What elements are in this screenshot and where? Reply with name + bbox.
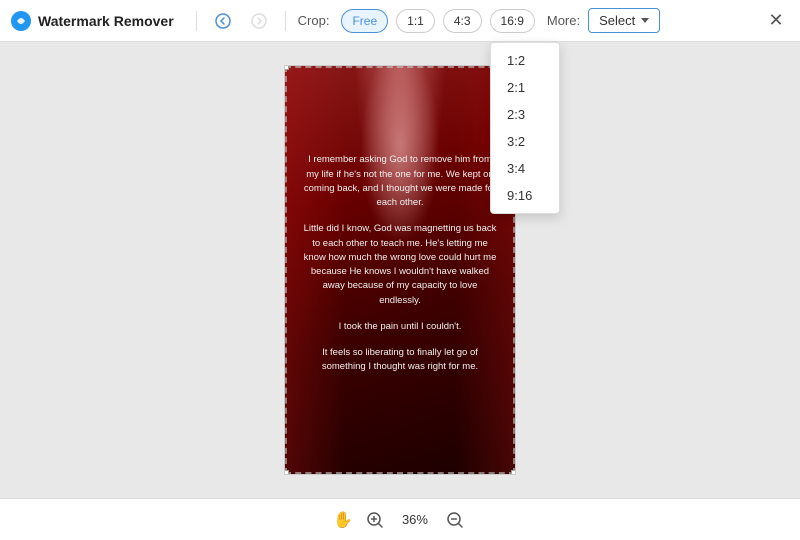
paragraph-2: Little did I know, God was magnetting us… (301, 222, 499, 308)
divider-2 (285, 11, 286, 31)
statusbar: ✋ 36% (0, 498, 800, 540)
paragraph-1: I remember asking God to remove him from… (301, 153, 499, 210)
dropdown-item-2-3[interactable]: 2:3 (491, 101, 559, 128)
dropdown-item-3-2[interactable]: 3:2 (491, 128, 559, 155)
dropdown-menu: 1:2 2:1 2:3 3:2 3:4 9:16 (490, 42, 560, 214)
zoom-out-icon (446, 511, 464, 529)
app-title: Watermark Remover (38, 13, 174, 29)
toolbar: Watermark Remover Crop: Free 1:1 4:3 16:… (0, 0, 800, 42)
image-container: I remember asking God to remove him from… (284, 65, 516, 475)
paragraph-3: I took the pain until I couldn't. (339, 320, 462, 334)
crop-16-9-button[interactable]: 16:9 (490, 9, 535, 33)
forward-button[interactable] (245, 7, 273, 35)
dropdown-item-9-16[interactable]: 9:16 (491, 182, 559, 209)
dropdown-arrow-icon (641, 18, 649, 23)
corner-handle-tl[interactable] (284, 65, 289, 70)
zoom-out-button[interactable] (443, 508, 467, 532)
app-icon (10, 10, 32, 32)
zoom-in-button[interactable] (363, 508, 387, 532)
select-dropdown-button[interactable]: Select (588, 8, 660, 33)
back-button[interactable] (209, 7, 237, 35)
image-preview: I remember asking God to remove him from… (284, 65, 516, 475)
crop-label: Crop: (298, 13, 330, 28)
select-label: Select (599, 13, 635, 28)
forward-icon (251, 13, 267, 29)
crop-4-3-button[interactable]: 4:3 (443, 9, 482, 33)
close-button[interactable]: ✕ (762, 7, 790, 35)
divider-1 (196, 11, 197, 31)
more-label: More: (547, 13, 580, 28)
back-icon (215, 13, 231, 29)
image-text-overlay: I remember asking God to remove him from… (285, 66, 515, 474)
dropdown-item-3-4[interactable]: 3:4 (491, 155, 559, 182)
corner-handle-bl[interactable] (284, 470, 289, 475)
crop-free-button[interactable]: Free (341, 9, 388, 33)
zoom-level-text: 36% (397, 512, 433, 527)
close-icon: ✕ (768, 10, 783, 31)
dropdown-item-1-2[interactable]: 1:2 (491, 47, 559, 74)
paragraph-4: It feels so liberating to finally let go… (301, 346, 499, 375)
canvas-area: I remember asking God to remove him from… (0, 42, 800, 498)
crop-1-1-button[interactable]: 1:1 (396, 9, 435, 33)
app-logo: Watermark Remover (10, 10, 174, 32)
zoom-in-icon (366, 511, 384, 529)
hand-cursor-icon: ✋ (333, 510, 353, 530)
corner-handle-br[interactable] (511, 470, 516, 475)
dropdown-item-2-1[interactable]: 2:1 (491, 74, 559, 101)
